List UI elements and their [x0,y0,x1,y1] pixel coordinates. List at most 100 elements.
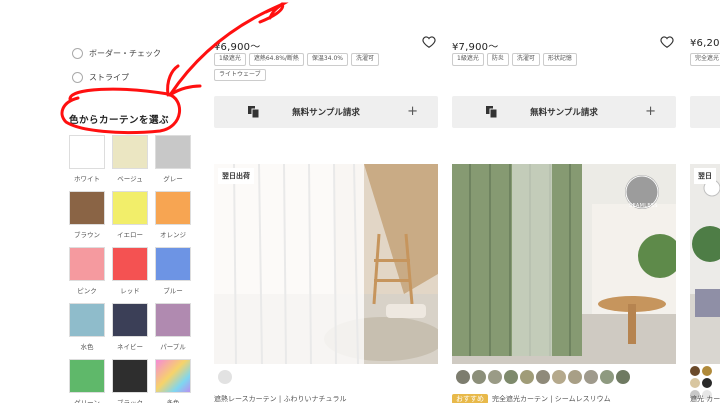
color-swatch[interactable]: 水色 [69,303,105,351]
product-image[interactable]: SEAMLESS [452,164,676,364]
color-variant-dot[interactable] [520,370,534,384]
swatch-color-box[interactable] [155,359,191,393]
swatch-color-box[interactable] [112,191,148,225]
color-variant-dot[interactable] [600,370,614,384]
swatch-color-box[interactable] [155,135,191,169]
plus-icon: + [645,104,656,119]
feature-tag: 洗濯可 [511,53,540,66]
swatch-label: ブラック [117,399,143,403]
pattern-option-stripe[interactable]: ストライプ [72,72,129,83]
product-card[interactable]: ¥7,900〜 1級遮光 防炎 洗濯可 形状記憶 無料サンプル請求 + SEAMLES… [452,0,678,403]
color-swatch[interactable]: ブルー [155,247,191,295]
product-price: ¥6,900〜 [214,42,261,53]
radio-button[interactable] [72,72,83,83]
swatch-color-box[interactable] [69,303,105,337]
color-swatch[interactable]: グリーン [69,359,105,403]
feature-tag: 防炎 [486,53,509,66]
feature-tag: 形状記憶 [542,53,577,66]
swatch-color-box[interactable] [69,191,105,225]
color-swatch[interactable]: ネイビー [112,303,148,351]
feature-tag: 1級遮光 [214,53,246,66]
product-price: ¥6,20 [690,38,720,49]
color-swatch[interactable]: ブラック [112,359,148,403]
radio-button[interactable] [72,48,83,59]
product-name[interactable]: 遮光 カー [690,394,720,403]
product-image[interactable]: 翌日 [690,164,720,364]
sample-button-label: 無料サンプル請求 [530,108,598,118]
color-swatch[interactable]: ベージュ [112,135,148,183]
color-swatch[interactable]: イエロー [112,191,148,239]
color-variant-dot[interactable] [584,370,598,384]
product-name[interactable]: 遮熱レースカーテン | ふわりいナチュラル [214,394,346,403]
heart-icon[interactable] [660,35,674,49]
color-variant-dot[interactable] [690,366,700,376]
color-swatch[interactable]: ピンク [69,247,105,295]
color-swatch[interactable]: 多色 [155,359,191,403]
color-variant-dot[interactable] [472,370,486,384]
pattern-label: ストライプ [89,73,129,82]
swatch-label: ネイビー [117,343,143,351]
color-variant-dot[interactable] [552,370,566,384]
color-swatch[interactable]: パープル [155,303,191,351]
next-day-shipping-badge: 翌日 [694,168,716,184]
free-sample-button[interactable]: 無料サンプル請求 + [452,96,676,128]
sample-pages-icon [248,106,260,118]
swatch-label: 多色 [166,399,180,403]
color-variant-dot[interactable] [218,370,232,384]
free-sample-button[interactable] [690,96,720,128]
color-variant-dot[interactable] [568,370,582,384]
swatch-color-box[interactable] [112,359,148,393]
swatch-label: ホワイト [74,175,100,183]
swatch-label: グレー [163,175,183,183]
feature-tag: ライトウェーブ [214,68,266,82]
swatch-label: レッド [120,287,140,295]
heart-icon[interactable] [422,35,436,49]
product-name-text: 完全遮光カーテン | シームレスリウム [492,395,611,403]
swatch-color-box[interactable] [112,135,148,169]
color-variant-dot[interactable] [488,370,502,384]
free-sample-button[interactable]: 無料サンプル請求 + [214,96,438,128]
swatch-color-box[interactable] [69,135,105,169]
swatch-color-box[interactable] [112,247,148,281]
feature-tag: 1級遮光 [452,53,484,66]
color-variant-dot[interactable] [690,378,700,388]
product-name[interactable]: おすすめ 完全遮光カーテン | シームレスリウム [452,394,611,403]
color-swatch[interactable]: オレンジ [155,191,191,239]
color-swatch[interactable]: ホワイト [69,135,105,183]
color-variant-dot[interactable] [536,370,550,384]
swatch-label: ブラウン [74,231,100,239]
color-swatch[interactable]: レッド [112,247,148,295]
product-price: ¥7,900〜 [452,42,499,53]
color-variant-dot[interactable] [616,370,630,384]
color-swatch[interactable]: ブラウン [69,191,105,239]
sample-pages-icon [486,106,498,118]
swatch-color-box[interactable] [155,303,191,337]
product-card[interactable]: ¥6,20 完全遮光洗濯可 翌日 遮光 カー [690,0,720,403]
seamless-label: SEAMLESS [629,203,658,209]
swatch-color-box[interactable] [112,303,148,337]
color-variant-dot[interactable] [456,370,470,384]
swatch-color-box[interactable] [69,359,105,393]
feature-tags: 1級遮光 遮熱64.8%/断熱 保温34.0% 洗濯可 ライトウェーブ [214,53,414,82]
swatch-label: イエロー [117,231,143,239]
color-section-title: 色からカーテンを選ぶ [69,115,170,126]
swatch-label: ベージュ [117,175,143,183]
pattern-label: ボーダー・チェック [89,49,161,58]
color-variant-dot[interactable] [504,370,518,384]
color-variant-dot[interactable] [702,378,712,388]
product-image[interactable]: 翌日出荷 [214,164,438,364]
recommend-badge: おすすめ [452,394,488,403]
swatch-label: ブルー [163,287,183,295]
pattern-option-border-check[interactable]: ボーダー・チェック [72,48,161,59]
feature-tags: 1級遮光 防炎 洗濯可 形状記憶 [452,53,652,66]
product-name-text: 遮熱レースカーテン | ふわりいナチュラル [214,395,347,403]
swatch-color-box[interactable] [69,247,105,281]
swatch-label: グリーン [74,399,100,403]
feature-tags: 完全遮光洗濯可 [690,53,720,66]
color-variant-dot[interactable] [702,366,712,376]
swatch-label: オレンジ [160,231,186,239]
swatch-color-box[interactable] [155,191,191,225]
swatch-color-box[interactable] [155,247,191,281]
product-card[interactable]: ¥6,900〜 1級遮光 遮熱64.8%/断熱 保温34.0% 洗濯可 ライトウェーブ … [214,0,440,403]
color-swatch[interactable]: グレー [155,135,191,183]
